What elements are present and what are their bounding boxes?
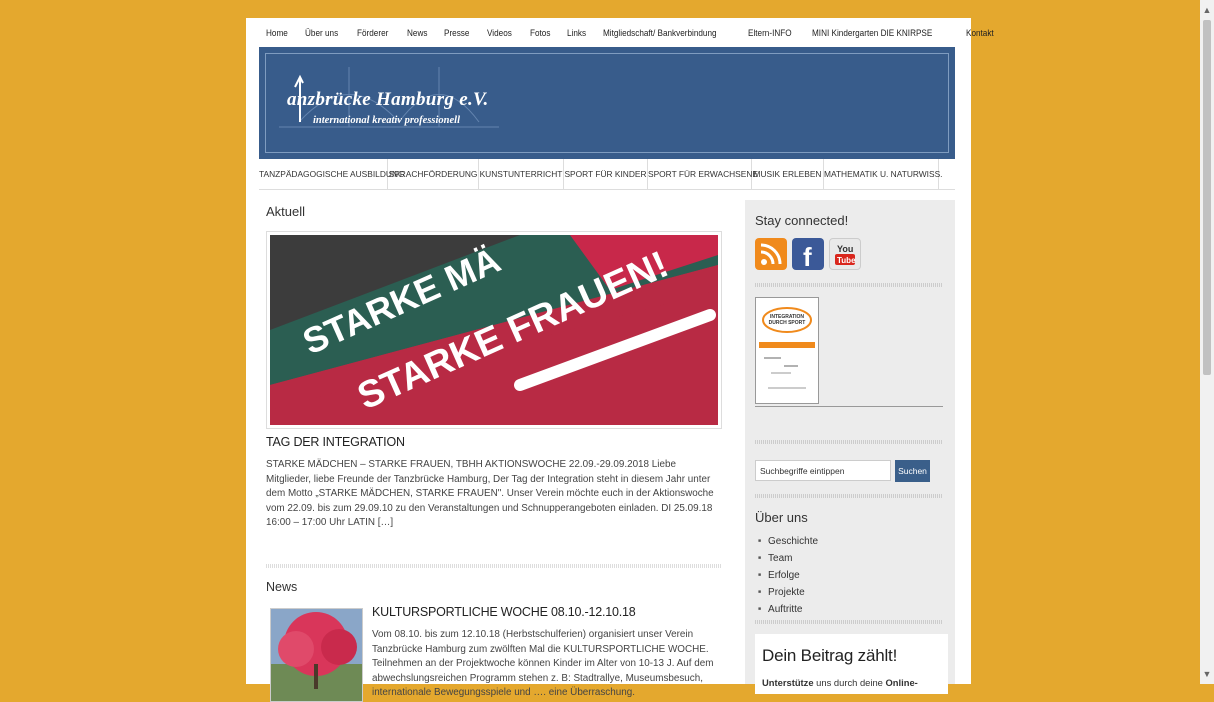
donate-box: Dein Beitrag zählt! Unterstütze uns durc… [755, 634, 948, 694]
post-excerpt: STARKE MÄDCHEN – STARKE FRAUEN, TBHH AKT… [266, 459, 714, 529]
donate-mid: uns durch deine [813, 677, 886, 688]
featured-image[interactable]: STARKE MÄ STARKE FRAUEN! [270, 235, 718, 425]
site-title[interactable]: anzbrücke Hamburg e.V. [287, 89, 489, 111]
scroll-thumb[interactable] [1203, 20, 1211, 375]
search-button[interactable]: Suchen [895, 460, 930, 482]
sidebar-divider [755, 440, 943, 444]
cat-sprachfoerderung[interactable]: SPRACHFÖRDERUNG [388, 159, 479, 189]
nav-foerderer[interactable]: Förderer [357, 28, 388, 42]
section-divider [266, 564, 721, 568]
integration-badge[interactable]: INTEGRATION DURCH SPORT [755, 297, 819, 404]
youtube-tube: Tube [837, 256, 856, 265]
sidebar-divider [755, 494, 943, 498]
link-projekte[interactable]: Projekte [758, 584, 818, 601]
nav-kindergarten[interactable]: MINI Kindergarten DIE KNIRPSE [812, 28, 932, 42]
header-banner[interactable]: anzbrücke Hamburg e.V. international kre… [259, 47, 955, 159]
link-geschichte[interactable]: Geschichte [758, 533, 818, 550]
svg-text:DURCH SPORT: DURCH SPORT [769, 320, 806, 326]
nav-eltern-info[interactable]: Eltern-INFO [748, 28, 792, 42]
youtube-you: You [837, 244, 853, 254]
donate-bold-1: Unterstütze [762, 677, 814, 688]
nav-presse[interactable]: Presse [444, 28, 469, 42]
nav-home[interactable]: Home [266, 28, 288, 42]
news-heading: News [266, 580, 298, 594]
nav-videos[interactable]: Videos [487, 28, 512, 42]
news-thumbnail[interactable] [270, 608, 363, 702]
facebook-icon[interactable]: f [792, 238, 824, 272]
nav-fotos[interactable]: Fotos [530, 28, 550, 42]
cat-tanzpaedagogische-ausbildung[interactable]: TANZPÄDAGOGISCHE AUSBILDUNG [259, 159, 405, 189]
starke-frauen-graphic: STARKE MÄ STARKE FRAUEN! [270, 235, 718, 425]
about-links: Geschichte Team Erfolge Projekte Auftrit… [758, 533, 818, 618]
tree-photo [271, 609, 362, 701]
nav-links[interactable]: Links [567, 28, 586, 42]
scroll-down-icon[interactable]: ▼ [1200, 667, 1214, 681]
browser-scrollbar[interactable]: ▲ ▼ [1200, 0, 1214, 684]
sidebar-divider [755, 283, 943, 287]
stay-connected-title: Stay connected! [755, 213, 849, 228]
link-erfolge[interactable]: Erfolge [758, 567, 818, 584]
svg-text:f: f [803, 242, 812, 270]
scroll-up-icon[interactable]: ▲ [1200, 3, 1214, 17]
nav-ueber-uns[interactable]: Über uns [305, 28, 338, 42]
cat-musik-erleben[interactable]: MUSIK ERLEBEN [752, 159, 824, 189]
top-navigation: Home Über uns Förderer News Presse Video… [266, 28, 1011, 42]
sidebar-divider [755, 620, 943, 624]
link-team[interactable]: Team [758, 550, 818, 567]
page-container: Home Über uns Förderer News Presse Video… [246, 18, 993, 702]
aktuell-heading: Aktuell [266, 204, 306, 219]
post-title[interactable]: TAG DER INTEGRATION [266, 435, 405, 449]
cat-sport-erwachsene[interactable]: SPORT FÜR ERWACHSENE [648, 159, 758, 189]
featured-image-frame[interactable]: STARKE MÄ STARKE FRAUEN! [266, 231, 722, 429]
cat-mathematik[interactable]: MATHEMATIK U. NATURWISS. [824, 159, 943, 189]
sidebar: Stay connected! f You Tube INTEGRATION D… [745, 200, 955, 694]
nav-news[interactable]: News [407, 28, 427, 42]
nav-kontakt[interactable]: Kontakt [966, 28, 994, 42]
site-subtitle: international kreativ professionell [313, 115, 461, 126]
about-title: Über uns [755, 510, 808, 525]
donate-bold-2: Online- [885, 677, 918, 688]
youtube-icon[interactable]: You Tube [829, 238, 861, 270]
search-input[interactable]: Suchbegriffe eintippen [755, 460, 891, 481]
nav-mitgliedschaft[interactable]: Mitgliedschaft/ Bankverbindung [603, 28, 717, 42]
news-post-title[interactable]: KULTURSPORTLICHE WOCHE 08.10.-12.10.18 [372, 605, 636, 619]
badge-underline [755, 406, 943, 407]
link-auftritte[interactable]: Auftritte [758, 601, 818, 618]
donate-text: Unterstütze uns durch deine Online- [762, 677, 918, 688]
main-content: Aktuell STARKE MÄ STARKE FRAUEN! TAG DER… [266, 204, 723, 702]
cat-kunstunterricht[interactable]: KUNSTUNTERRICHT [479, 159, 564, 189]
category-navigation: TANZPÄDAGOGISCHE AUSBILDUNG SPRACHFÖRDER… [259, 159, 955, 190]
news-excerpt: Vom 08.10. bis zum 12.10.18 (Herbstschul… [372, 629, 714, 699]
donate-title: Dein Beitrag zählt! [762, 646, 898, 665]
cat-sport-kinder[interactable]: SPORT FÜR KINDER [564, 159, 648, 189]
rss-icon[interactable] [755, 238, 787, 270]
